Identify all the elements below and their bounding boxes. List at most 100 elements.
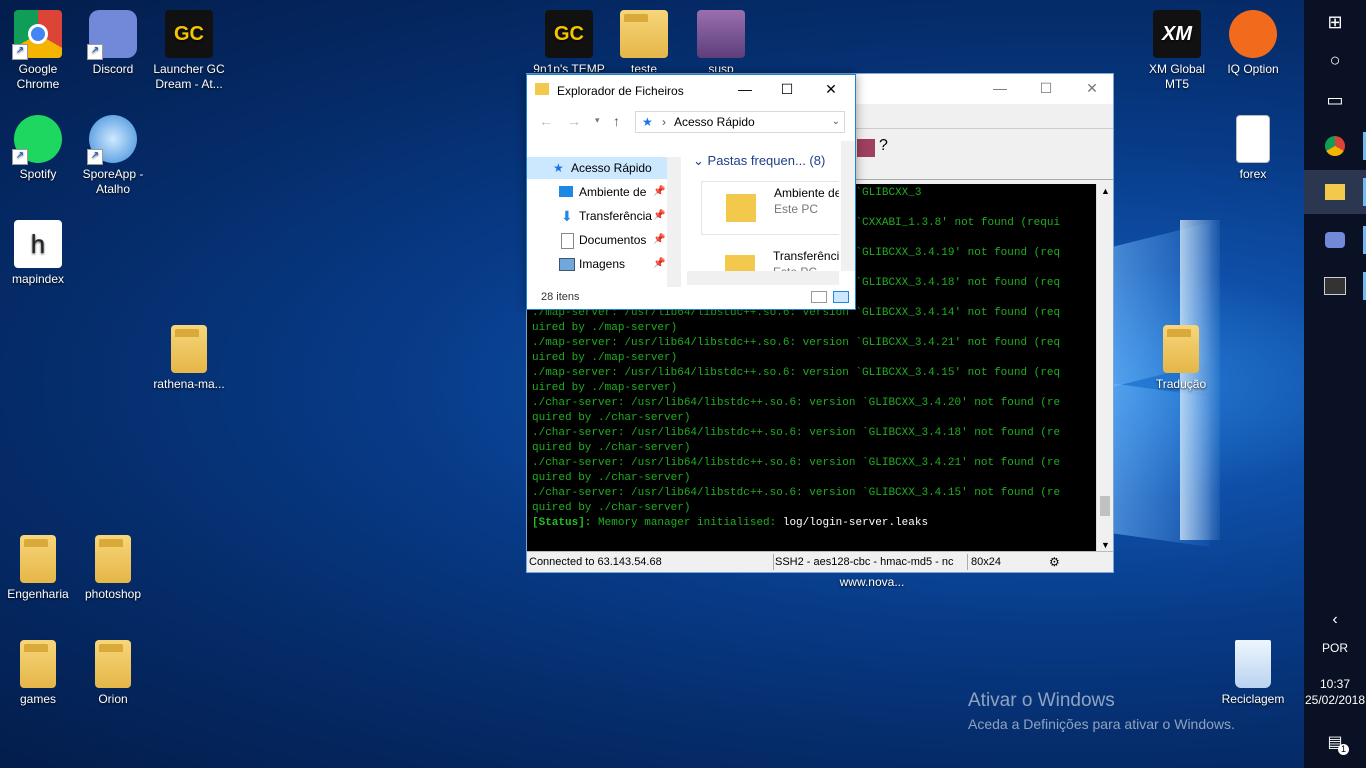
watermark-title: Ativar o Windows [968, 690, 1115, 711]
desktop-icon-label: XM Global MT5 [1148, 62, 1206, 91]
banana-app-icon [697, 10, 745, 58]
cortana-button[interactable]: ○ [1304, 38, 1366, 82]
star-icon: ★ [553, 161, 564, 175]
desktop-icon-xm[interactable]: XM XM Global MT5 [1139, 10, 1215, 92]
nav-item-quick-access[interactable]: ★ Acesso Rápido [527, 157, 667, 179]
explorer-titlebar[interactable]: Explorador de Ficheiros — ☐ ✕ [527, 75, 855, 107]
terminal-size: 80x24 [971, 556, 1001, 568]
maximize-button[interactable]: ☐ [1031, 80, 1061, 98]
folder-icon [1325, 184, 1345, 200]
scroll-up-icon[interactable]: ▲ [1101, 186, 1110, 196]
desktop-icon-spotify[interactable]: ↗ Spotify [0, 115, 76, 182]
desktop-icon-label: susp [708, 62, 734, 72]
content-scrollbar[interactable] [841, 141, 855, 271]
scrollbar-thumb[interactable] [1100, 496, 1110, 516]
desktop-icon-sporeapp[interactable]: ↗ SporeApp - Atalho [75, 115, 151, 197]
notification-count: 1 [1338, 744, 1349, 755]
shortcut-arrow-icon: ↗ [87, 149, 103, 165]
task-view-button[interactable]: ▭ [1304, 78, 1366, 122]
desktop-icon-susp[interactable]: susp [683, 10, 759, 72]
clock[interactable]: 10:37 25/02/2018 [1304, 676, 1366, 708]
folder-tile[interactable]: Ambiente de Este PC [701, 181, 839, 235]
taskbar-chrome[interactable] [1304, 124, 1366, 168]
desktop-icon-engenharia[interactable]: Engenharia [0, 535, 76, 602]
desktop-icon-orion[interactable]: Orion [75, 640, 151, 707]
folder-icon [95, 535, 131, 583]
gc-launcher-icon: GC [545, 10, 593, 58]
nav-item-downloads[interactable]: ⬇ Transferência 📌 [527, 205, 667, 227]
content-hscrollbar[interactable] [687, 271, 839, 285]
book-icon[interactable] [857, 139, 875, 157]
desktop-icon-traducao[interactable]: Tradução [1143, 325, 1219, 392]
putty-icon [1324, 277, 1346, 295]
group-header[interactable]: ⌄ Pastas frequen... (8) [693, 153, 825, 169]
recent-chevron-icon[interactable]: ▾ [595, 115, 600, 126]
discord-icon [1325, 232, 1345, 248]
nav-item-documents[interactable]: Documentos 📌 [527, 229, 667, 251]
group-header-label: Pastas frequen... (8) [707, 153, 826, 168]
close-button[interactable]: ✕ [1077, 80, 1107, 98]
help-pointer-icon[interactable]: ? [879, 137, 888, 155]
taskbar: ⊞ ○ ▭ ‹ POR 10:37 25/02/2018 ▤ 1 [1304, 0, 1366, 768]
shortcut-arrow-icon: ↗ [87, 44, 103, 60]
desktop-icon-label: Spotify [19, 167, 57, 181]
desktop-icon-iqoption[interactable]: IQ Option [1215, 10, 1291, 77]
terminal-scrollbar[interactable]: ▲ ▼ [1096, 184, 1113, 552]
nav-item-label: Acesso Rápido [571, 161, 652, 175]
terminal-line: ./char-server: /usr/lib64/libstdc++.so.6… [532, 457, 1061, 469]
scroll-down-icon[interactable]: ▼ [1101, 540, 1110, 550]
back-arrow-icon[interactable]: ← [539, 113, 553, 129]
file-explorer-window[interactable]: Explorador de Ficheiros — ☐ ✕ ← → ▾ ↑ ★ … [526, 74, 856, 310]
pin-icon: 📌 [653, 258, 666, 269]
address-bar[interactable]: ★ › Acesso Rápido ⌄ [635, 111, 845, 133]
breadcrumb-separator-icon: › [662, 115, 666, 129]
desktop-icon-mapindex[interactable]: h mapindex [0, 220, 76, 287]
terminal-line: uired by ./map-server) [532, 352, 678, 364]
mapindex-icon: h [14, 220, 62, 268]
pin-icon: 📌 [653, 210, 666, 221]
folder-icon [95, 640, 131, 688]
taskbar-file-explorer[interactable] [1304, 170, 1366, 214]
chevron-down-icon[interactable]: ⌄ [832, 112, 840, 132]
nav-item-pictures[interactable]: Imagens 📌 [527, 253, 667, 275]
nav-item-label: Ambiente de [579, 185, 647, 199]
gc-launcher-icon: GC [165, 10, 213, 58]
tile-location: Este PC [774, 202, 819, 216]
minimize-button[interactable]: — [985, 80, 1015, 98]
up-arrow-icon[interactable]: ↑ [613, 113, 620, 129]
taskbar-putty[interactable] [1304, 264, 1366, 308]
action-center-button[interactable]: ▤ 1 [1304, 720, 1366, 764]
desktop-icon-games[interactable]: games [0, 640, 76, 707]
desktop-icon-label: Google Chrome [16, 62, 60, 91]
content-pane[interactable]: ⌄ Pastas frequen... (8) Ambiente de Este… [687, 149, 839, 289]
desktop-icon-label: www.nova... [839, 575, 905, 589]
taskbar-discord[interactable] [1304, 218, 1366, 262]
desktop-icon-label: rathena-ma... [153, 377, 225, 391]
desktop-icon-chrome[interactable]: ↗ Google Chrome [0, 10, 76, 92]
desktop-icon-photoshop[interactable]: photoshop [75, 535, 151, 602]
desktop-icon-rathena[interactable]: rathena-ma... [151, 325, 227, 392]
nav-item-desktop[interactable]: Ambiente de 📌 [527, 181, 667, 203]
desktop-icon-temp[interactable]: GC 9n1p's TEMP [531, 10, 607, 72]
desktop-icon-teste[interactable]: teste [606, 10, 682, 72]
discord-icon: ↗ [87, 10, 137, 60]
desktop-icon-forex[interactable]: forex [1215, 115, 1291, 182]
tiles-view-icon[interactable] [833, 291, 849, 303]
folder-icon [171, 325, 207, 373]
forward-arrow-icon[interactable]: → [567, 113, 581, 129]
nav-pane-scrollbar[interactable] [667, 157, 681, 287]
maximize-button[interactable]: ☐ [767, 81, 807, 101]
terminal-status-line: [Status]: Memory manager initialised: lo… [532, 516, 1097, 531]
desktop-icon-label: Discord [92, 62, 134, 76]
desktop-icon-launcher-gc[interactable]: GC Launcher GC Dream - At... [151, 10, 227, 92]
details-view-icon[interactable] [811, 291, 827, 303]
close-button[interactable]: ✕ [811, 81, 851, 101]
desktop-icon [559, 186, 573, 197]
iq-option-icon [1229, 10, 1277, 58]
desktop-icon-discord[interactable]: ↗ Discord [75, 10, 151, 77]
minimize-button[interactable]: — [725, 81, 765, 101]
quick-access-star-icon: ★ [642, 115, 653, 129]
terminal-line: quired by ./char-server) [532, 412, 691, 424]
desktop-icon-www-nova[interactable]: www.nova... [834, 575, 910, 590]
input-language-button[interactable]: POR [1304, 626, 1366, 670]
